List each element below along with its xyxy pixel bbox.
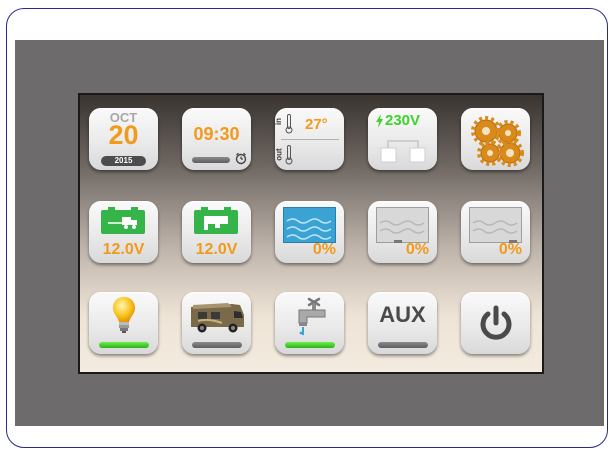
grey-water-tank-icon (376, 207, 429, 243)
clock-bar (192, 157, 230, 163)
temp-in-value: 27° (305, 116, 328, 133)
date-year: 2015 (114, 156, 133, 165)
grey-water-tank-tile[interactable]: 0% (368, 201, 437, 263)
black-water-tank-icon (469, 207, 522, 243)
water-tap-icon (298, 297, 326, 335)
touch-screen: OCT 20 2015 09:30 in 27° out 230V 12.0V … (78, 93, 544, 374)
power-icon (480, 305, 512, 340)
fresh-water-tank-icon (283, 207, 336, 243)
vehicle-battery-tile[interactable]: 12.0V (89, 201, 158, 263)
alarm-clock-icon (235, 152, 247, 165)
lightning-icon (376, 114, 383, 128)
fresh-water-level: 0% (312, 241, 336, 258)
black-water-tank-tile[interactable]: 0% (461, 201, 530, 263)
water-pump-tile[interactable] (275, 292, 344, 354)
aux-status-bar (378, 342, 428, 348)
temperature-tile[interactable]: in 27° out (275, 108, 344, 170)
date-day: 20 (108, 120, 139, 150)
aux-label: AUX (379, 302, 426, 327)
temp-in-label: in (275, 117, 284, 126)
grey-water-level: 0% (405, 241, 429, 258)
temp-out-label: out (275, 148, 284, 161)
motorhome-icon (191, 303, 244, 333)
settings-tile[interactable] (461, 108, 530, 170)
light-toggle-tile[interactable] (89, 292, 158, 354)
vehicle-battery-voltage: 12.0V (102, 241, 145, 258)
mains-power-tile[interactable]: 230V (368, 108, 437, 170)
temp-divider (281, 139, 339, 140)
vehicle-tile[interactable] (182, 292, 251, 354)
socket-connection-icon (380, 140, 426, 163)
aux-tile[interactable]: AUX (368, 292, 437, 354)
vehicle-status-bar (192, 342, 242, 348)
light-status-bar (99, 342, 149, 348)
thermometer-icon (285, 114, 293, 134)
date-year-bar: 2015 (101, 156, 146, 166)
water-pump-status-bar (285, 342, 335, 348)
vehicle-battery-icon (101, 207, 145, 234)
date-tile[interactable]: OCT 20 2015 (89, 108, 158, 170)
settings-gears-icon (471, 116, 524, 167)
mains-voltage: 230V (385, 112, 421, 129)
thermometer-icon (285, 145, 293, 165)
leisure-battery-icon (194, 207, 238, 234)
power-off-tile[interactable] (461, 292, 530, 354)
leisure-battery-voltage: 12.0V (195, 241, 238, 258)
lightbulb-icon (113, 297, 135, 333)
fresh-water-tank-tile[interactable]: 0% (275, 201, 344, 263)
clock-time: 09:30 (193, 124, 240, 144)
clock-tile[interactable]: 09:30 (182, 108, 251, 170)
black-water-level: 0% (498, 241, 522, 258)
leisure-battery-tile[interactable]: 12.0V (182, 201, 251, 263)
